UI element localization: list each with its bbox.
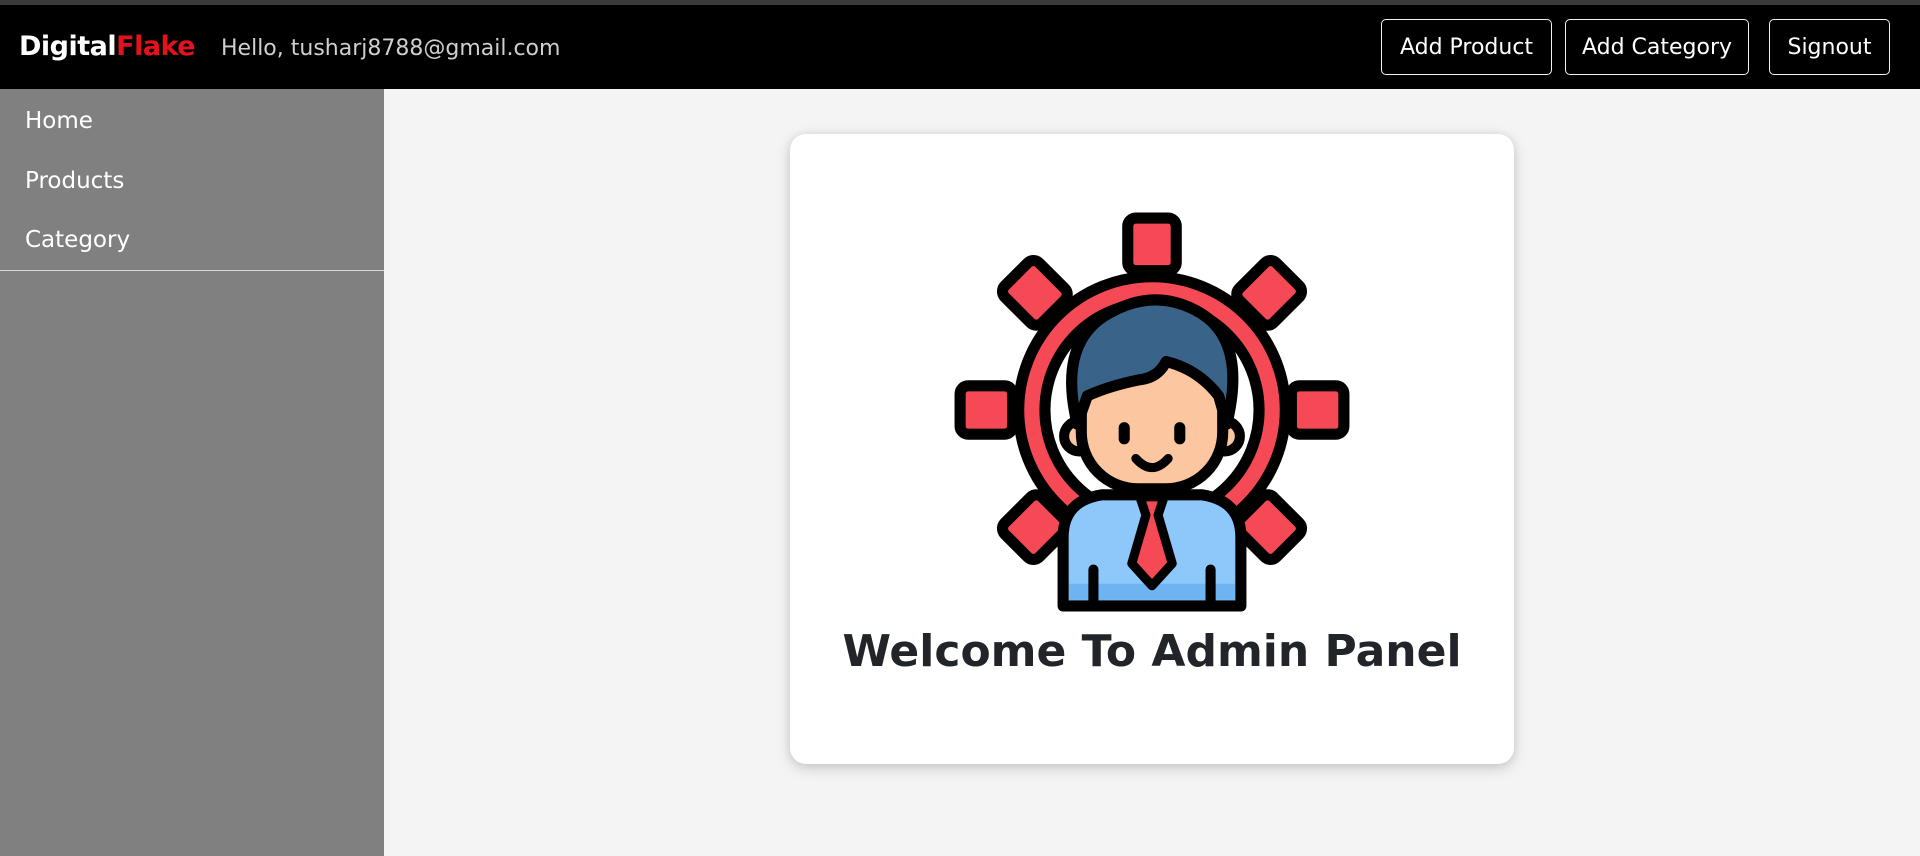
brand-logo-flake: Flake [116, 31, 196, 62]
top-navbar: DigitalFlake Hello, tusharj8788@gmail.co… [0, 5, 1920, 89]
brand-logo-digital: Digital [19, 31, 117, 62]
welcome-card: Welcome To Admin Panel [790, 134, 1514, 764]
user-greeting: Hello, tusharj8788@gmail.com [221, 36, 561, 61]
welcome-heading: Welcome To Admin Panel [842, 626, 1462, 677]
sidebar: Home Products Category [0, 89, 384, 856]
admin-gear-person-icon [954, 212, 1350, 612]
sidebar-divider [0, 270, 384, 271]
add-category-button[interactable]: Add Category [1565, 19, 1749, 75]
brand-logo[interactable]: DigitalFlake [19, 31, 196, 62]
signout-button[interactable]: Signout [1769, 19, 1890, 75]
sidebar-item-home[interactable]: Home [0, 91, 384, 151]
sidebar-item-products[interactable]: Products [0, 151, 384, 211]
sidebar-item-category[interactable]: Category [0, 210, 384, 270]
add-product-button[interactable]: Add Product [1381, 19, 1552, 75]
